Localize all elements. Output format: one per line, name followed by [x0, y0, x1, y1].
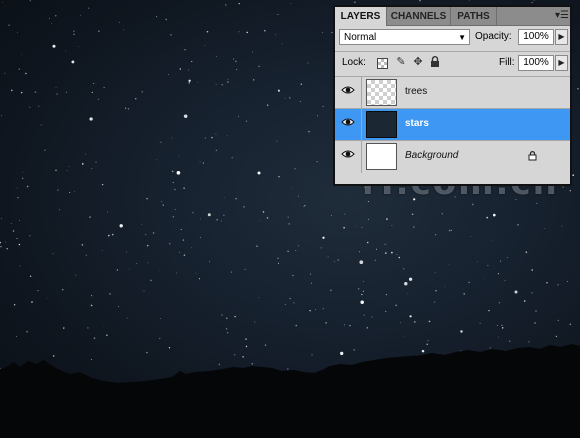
tab-channels[interactable]: CHANNELS: [387, 7, 451, 25]
lock-transparent-icon[interactable]: [377, 58, 388, 69]
divider: [335, 51, 570, 52]
opacity-label: Opacity:: [475, 31, 512, 42]
visibility-eye-icon[interactable]: [339, 85, 357, 99]
panel-tab-bar: LAYERS CHANNELS PATHS ▾☰: [335, 7, 570, 26]
divider: [361, 109, 362, 140]
layer-name[interactable]: stars: [405, 118, 429, 129]
blend-mode-value: Normal: [344, 32, 377, 43]
chevron-down-icon: ▼: [458, 33, 466, 42]
panel-menu-icon[interactable]: ▾☰: [555, 10, 569, 22]
divider: [361, 141, 362, 173]
fill-input[interactable]: 100%: [518, 55, 554, 71]
lock-paint-brush-icon[interactable]: ✎: [395, 56, 407, 68]
tab-layers[interactable]: LAYERS: [335, 7, 387, 26]
layer-name[interactable]: trees: [405, 86, 427, 97]
lock-all-icon[interactable]: [429, 56, 441, 68]
layers-panel: LAYERS CHANNELS PATHS ▾☰ Normal ▼ Opacit…: [333, 5, 572, 186]
lock-move-icon[interactable]: ✥: [412, 56, 424, 68]
lock-row: Lock: ✎ ✥ Fill: 100% ▶: [339, 55, 568, 73]
opacity-slider-arrow-icon[interactable]: ▶: [555, 29, 568, 45]
layer-row-stars[interactable]: stars: [335, 109, 570, 141]
divider: [361, 77, 362, 108]
visibility-eye-icon[interactable]: [339, 149, 357, 163]
layer-row-background[interactable]: Background: [335, 141, 570, 173]
opacity-input[interactable]: 100%: [518, 29, 554, 45]
visibility-eye-icon[interactable]: [339, 117, 357, 131]
lock-label: Lock:: [342, 57, 366, 68]
fill-label: Fill:: [499, 57, 515, 68]
layer-name[interactable]: Background: [405, 150, 458, 161]
fill-slider-arrow-icon[interactable]: ▶: [555, 55, 568, 71]
blend-mode-select[interactable]: Normal ▼: [339, 29, 470, 45]
layer-locked-icon: [528, 151, 538, 161]
layer-thumbnail[interactable]: [366, 79, 397, 106]
blend-row: Normal ▼ Opacity: 100% ▶: [339, 29, 568, 47]
layer-row-trees[interactable]: trees: [335, 77, 570, 109]
layer-thumbnail[interactable]: [366, 111, 397, 138]
tab-paths[interactable]: PATHS: [451, 7, 497, 25]
layer-list: trees stars Background: [335, 77, 570, 179]
layer-thumbnail[interactable]: [366, 143, 397, 170]
